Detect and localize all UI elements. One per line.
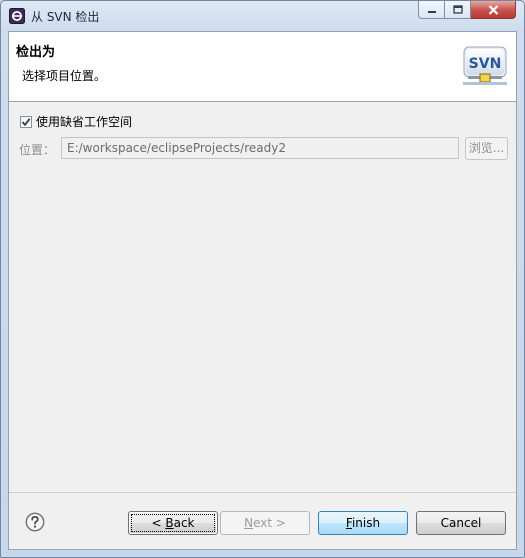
page-title: 检出为 bbox=[16, 45, 56, 60]
back-rest: ack bbox=[173, 516, 195, 530]
window-title: 从 SVN 检出 bbox=[31, 10, 100, 24]
next-mnemonic: N bbox=[244, 516, 254, 530]
use-default-workspace-checkbox[interactable] bbox=[20, 115, 32, 128]
checkout-dialog-window: 从 SVN 检出 检出为 选择项目位置。 SVN 使用缺省工作空间 位置： E:… bbox=[0, 0, 525, 558]
question-circle-icon[interactable] bbox=[25, 512, 45, 532]
use-default-workspace-label: 使用缺省工作空间 bbox=[36, 115, 133, 129]
cancel-button[interactable]: Cancel bbox=[416, 511, 506, 535]
dialog-client-area: 检出为 选择项目位置。 SVN 使用缺省工作空间 位置： E:/workspac… bbox=[8, 31, 517, 550]
back-button[interactable]: < Back bbox=[128, 511, 218, 535]
location-input[interactable]: E:/workspace/eclipseProjects/ready2 bbox=[61, 137, 459, 159]
svn-logo-icon: SVN bbox=[463, 46, 507, 85]
wizard-banner: 检出为 选择项目位置。 SVN bbox=[9, 32, 516, 102]
title-bar[interactable]: 从 SVN 检出 bbox=[1, 1, 524, 31]
next-rest: ext > bbox=[253, 516, 286, 530]
footer-divider bbox=[9, 492, 516, 493]
checkmark-icon bbox=[21, 117, 31, 126]
location-row: 位置： E:/workspace/eclipseProjects/ready2 … bbox=[19, 137, 509, 160]
maximize-icon bbox=[452, 5, 463, 14]
back-mnemonic: B bbox=[165, 516, 174, 530]
browse-button[interactable]: 浏览... bbox=[465, 137, 508, 160]
eclipse-app-icon bbox=[9, 8, 25, 24]
next-button[interactable]: Next > bbox=[220, 511, 310, 535]
finish-button[interactable]: Finish bbox=[318, 511, 408, 535]
back-prefix: < bbox=[151, 516, 166, 530]
close-icon bbox=[488, 4, 498, 15]
caption-buttons bbox=[418, 1, 516, 20]
use-default-workspace-row[interactable]: 使用缺省工作空间 bbox=[20, 113, 132, 130]
page-description: 选择项目位置。 bbox=[22, 69, 107, 83]
close-button[interactable] bbox=[471, 1, 516, 19]
maximize-button[interactable] bbox=[445, 1, 471, 19]
finish-rest: inish bbox=[351, 516, 381, 530]
svn-logo-text: SVN bbox=[469, 56, 502, 72]
minimize-icon bbox=[427, 10, 436, 13]
location-label: 位置： bbox=[19, 143, 56, 157]
minimize-button[interactable] bbox=[418, 1, 445, 19]
